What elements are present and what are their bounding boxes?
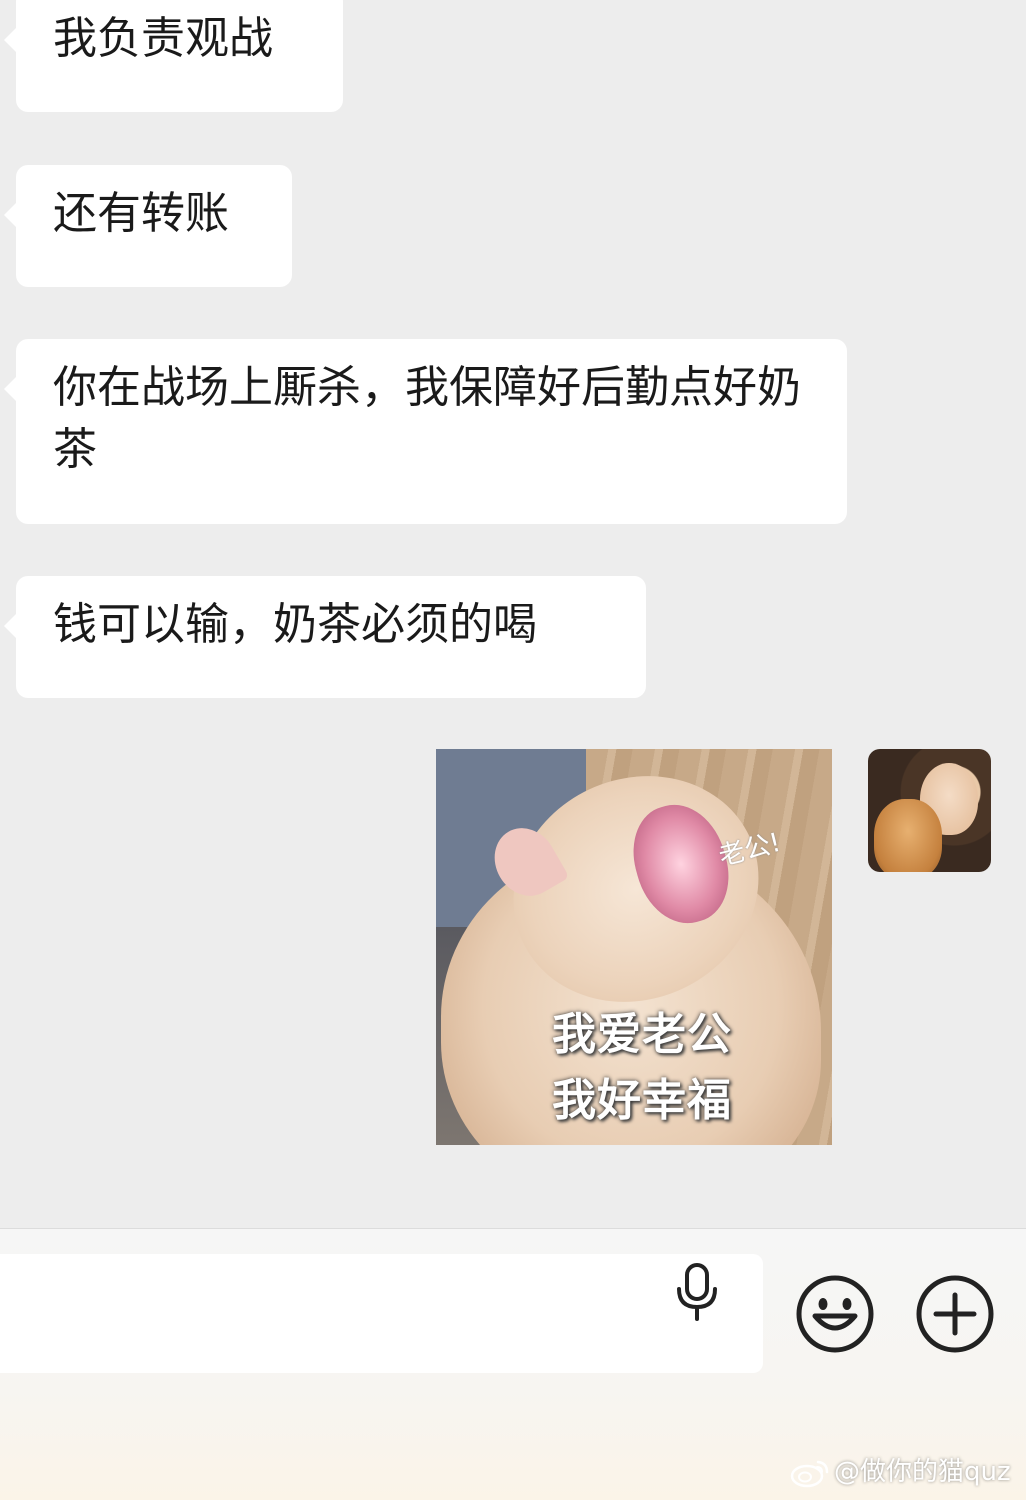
message-input[interactable] — [0, 1254, 763, 1373]
watermark-text: @做你的猫quz — [834, 1457, 1011, 1487]
cat-sticker-message[interactable]: 老公! 我爱老公 我好幸福 — [436, 749, 832, 1145]
message-text: 钱可以输，奶茶必须的喝 — [53, 599, 537, 650]
user-avatar[interactable] — [868, 749, 991, 872]
message-text: 还有转账 — [53, 188, 229, 239]
message-bubble[interactable]: 钱可以输，奶茶必须的喝 — [4, 576, 646, 698]
message-text: 我负责观战 — [53, 13, 273, 64]
message-bubble[interactable]: 还有转账 — [4, 165, 292, 287]
chat-history: 我负责观战 还有转账 你在战场上厮杀，我保障好后勤点好奶茶 钱可以输，奶茶必须的… — [0, 0, 1026, 1228]
message-bubble[interactable]: 你在战场上厮杀，我保障好后勤点好奶茶 — [4, 339, 847, 524]
input-bar: @做你的猫quz — [0, 1228, 1026, 1500]
sticker-caption-line1: 我爱老公 — [552, 1009, 732, 1060]
microphone-icon[interactable] — [674, 1263, 720, 1321]
watermark: @做你的猫quz — [790, 1451, 1011, 1488]
avatar-kitten — [874, 799, 942, 872]
message-bubble[interactable]: 我负责观战 — [4, 0, 343, 112]
smiley-icon[interactable] — [795, 1274, 875, 1354]
plus-icon[interactable] — [915, 1274, 995, 1354]
weibo-icon — [790, 1460, 829, 1487]
sticker-caption-line2: 我好幸福 — [552, 1075, 732, 1126]
message-text: 你在战场上厮杀，我保障好后勤点好奶茶 — [53, 362, 801, 475]
